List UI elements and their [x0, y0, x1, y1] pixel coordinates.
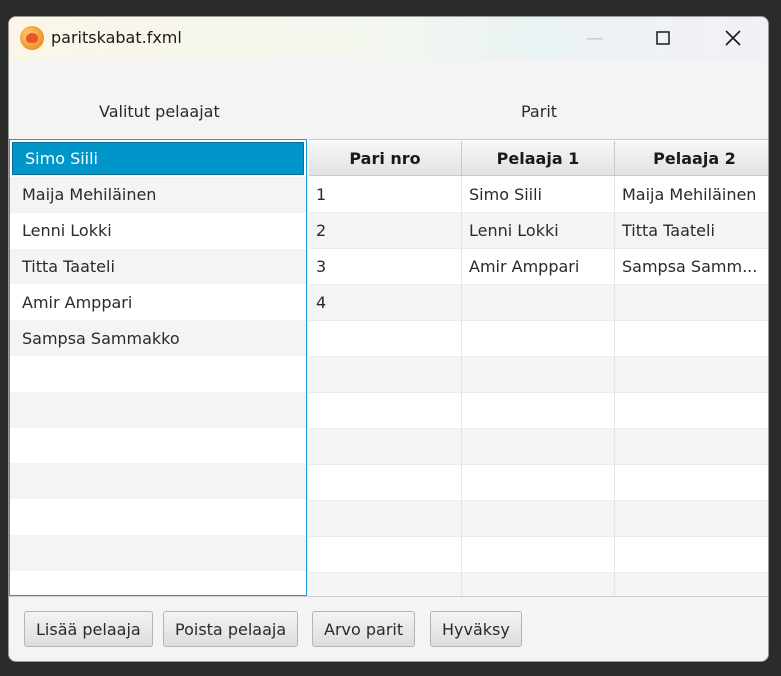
remove-player-button[interactable]: Poista pelaaja — [163, 611, 299, 647]
pairs-table[interactable]: Pari nro Pelaaja 1 Pelaaja 2 1 Simo Siil… — [309, 139, 768, 596]
empty-table-row — [309, 429, 768, 465]
table-row[interactable]: 2 Lenni Lokki Titta Taateli — [309, 213, 768, 249]
list-item[interactable]: Sampsa Sammakko — [10, 320, 306, 356]
empty-table-row — [309, 321, 768, 357]
button-bar: Lisää pelaaja Poista pelaaja Arvo parit … — [9, 596, 768, 661]
close-icon — [725, 30, 741, 46]
empty-list-item — [10, 356, 306, 392]
empty-list-item — [10, 571, 306, 595]
app-window: paritskabat.fxml — Valitut pelaajat Pari… — [8, 16, 769, 662]
minimize-button[interactable]: — — [572, 17, 618, 59]
close-button[interactable] — [710, 17, 756, 59]
title-bar[interactable]: paritskabat.fxml — — [9, 17, 768, 59]
minimize-icon: — — [586, 27, 604, 49]
maximize-icon — [656, 31, 670, 45]
pair-number-cell: 1 — [309, 177, 462, 212]
selected-players-label: Valitut pelaajat — [99, 102, 220, 121]
column-header-player-1[interactable]: Pelaaja 1 — [462, 141, 615, 176]
empty-list-item — [10, 428, 306, 464]
app-icon — [20, 26, 44, 50]
selected-players-list[interactable]: Simo Siili Maija Mehiläinen Lenni Lokki … — [9, 139, 307, 596]
player-2-cell: Sampsa Samm... — [615, 249, 768, 284]
empty-list-item — [10, 499, 306, 535]
list-item[interactable]: Maija Mehiläinen — [10, 177, 306, 213]
add-player-button[interactable]: Lisää pelaaja — [24, 611, 153, 647]
pair-number-cell: 2 — [309, 213, 462, 248]
player-2-cell — [615, 285, 768, 320]
draw-pairs-button[interactable]: Arvo parit — [312, 611, 416, 647]
pairs-label: Parit — [521, 102, 558, 121]
empty-table-row — [309, 537, 768, 573]
pair-number-cell: 4 — [309, 285, 462, 320]
window-title: paritskabat.fxml — [51, 28, 182, 47]
table-row[interactable]: 4 — [309, 285, 768, 321]
player-1-cell — [462, 285, 615, 320]
player-1-cell: Simo Siili — [462, 177, 615, 212]
empty-table-row — [309, 357, 768, 393]
empty-table-row — [309, 465, 768, 501]
empty-list-item — [10, 463, 306, 500]
table-row[interactable]: 1 Simo Siili Maija Mehiläinen — [309, 177, 768, 213]
empty-list-item — [10, 534, 306, 571]
empty-table-row — [309, 573, 768, 596]
player-1-cell: Amir Amppari — [462, 249, 615, 284]
list-item[interactable]: Lenni Lokki — [10, 213, 306, 249]
empty-table-row — [309, 501, 768, 537]
table-row[interactable]: 3 Amir Amppari Sampsa Samm... — [309, 249, 768, 285]
list-item[interactable]: Simo Siili — [12, 142, 304, 175]
maximize-button[interactable] — [640, 17, 686, 59]
player-2-cell: Maija Mehiläinen — [615, 177, 768, 212]
accept-button[interactable]: Hyväksy — [430, 611, 522, 647]
column-header-player-2[interactable]: Pelaaja 2 — [615, 141, 768, 176]
list-item[interactable]: Titta Taateli — [10, 248, 306, 285]
player-2-cell: Titta Taateli — [615, 213, 768, 248]
pair-number-cell: 3 — [309, 249, 462, 284]
list-item[interactable]: Amir Amppari — [10, 284, 306, 320]
column-header-pair-number[interactable]: Pari nro — [309, 141, 462, 176]
empty-table-row — [309, 393, 768, 429]
player-1-cell: Lenni Lokki — [462, 213, 615, 248]
empty-list-item — [10, 391, 306, 428]
